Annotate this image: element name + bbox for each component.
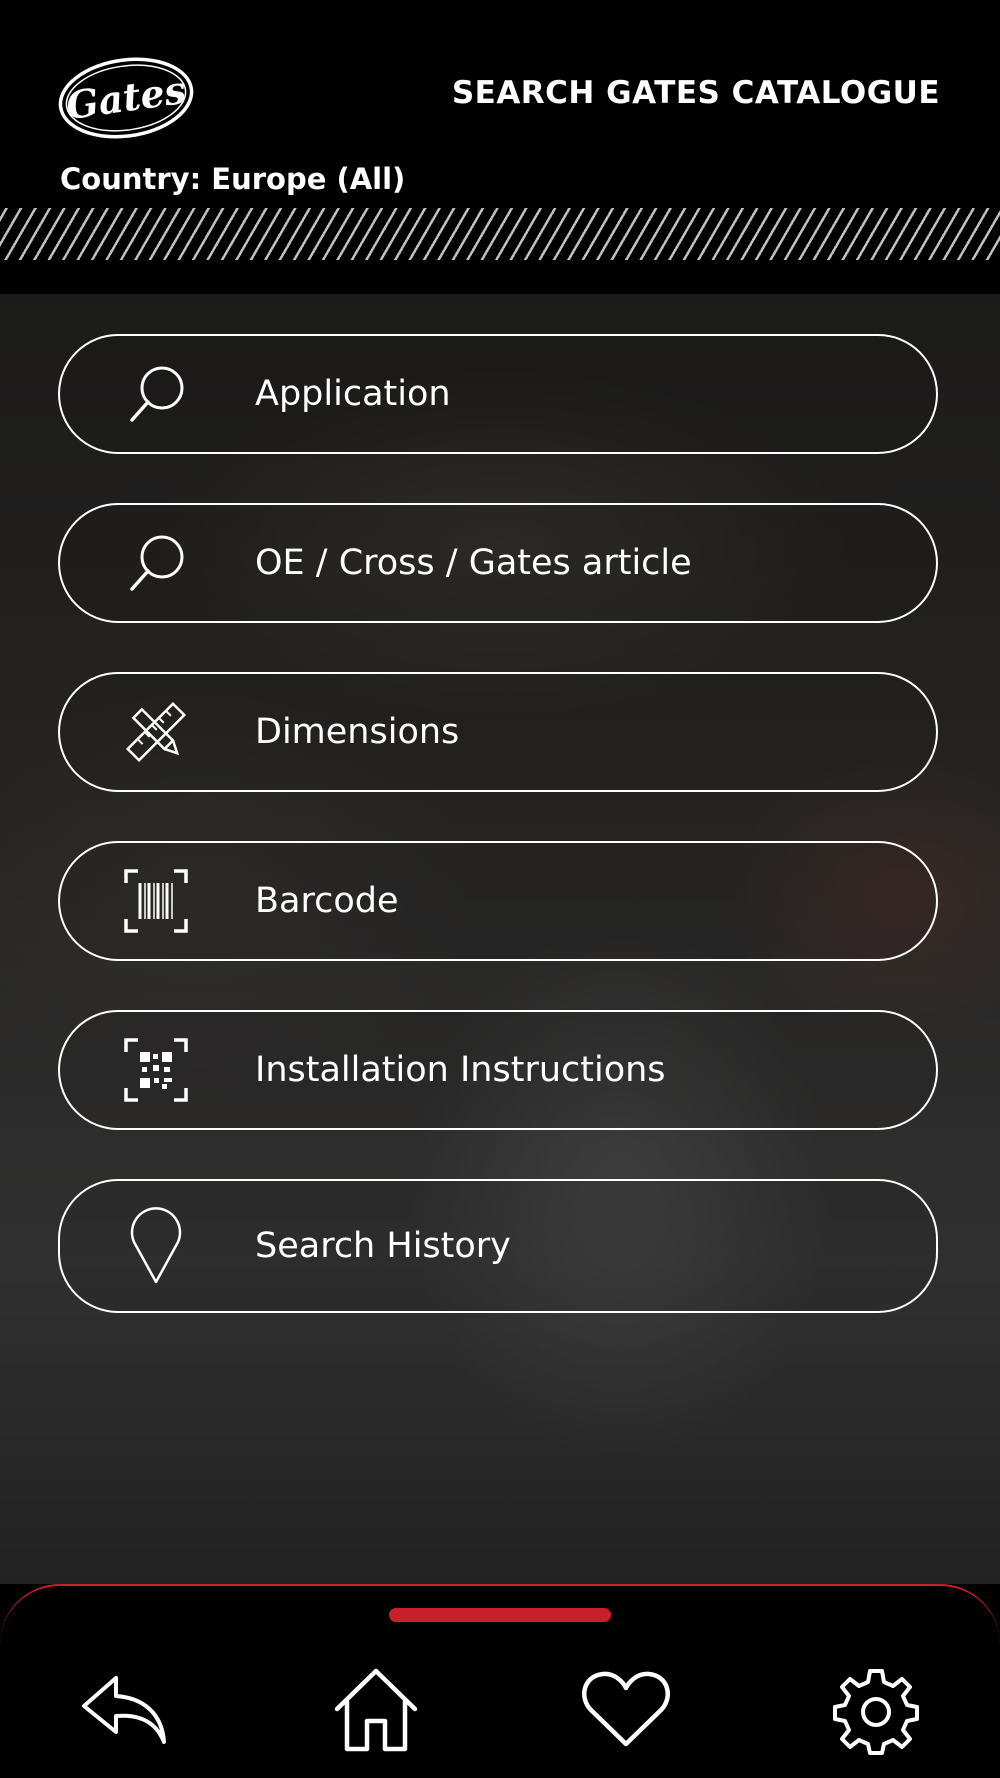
search-history-button[interactable]: Search History: [58, 1179, 938, 1313]
back-arrow-icon: [78, 1670, 174, 1754]
page-title: SEARCH GATES CATALOGUE: [451, 75, 940, 111]
menu-item-label: Dimensions: [255, 712, 460, 752]
country-selector[interactable]: Country: Europe (All): [60, 162, 405, 196]
qr-code-scan-icon: [124, 1038, 188, 1102]
favorites-button[interactable]: [578, 1664, 674, 1760]
home-button[interactable]: [328, 1664, 424, 1760]
gates-logo[interactable]: Gates: [56, 56, 196, 140]
installation-instructions-button[interactable]: Installation Instructions: [58, 1010, 938, 1130]
search-menu: Application OE / Cross / Gates article D…: [0, 294, 1000, 1584]
home-icon: [331, 1665, 421, 1759]
back-button[interactable]: [78, 1664, 174, 1760]
dimensions-button[interactable]: Dimensions: [58, 672, 938, 792]
bottom-nav-bar: [0, 1584, 1000, 1778]
ruler-pencil-icon: [124, 700, 188, 764]
gear-icon: [831, 1665, 921, 1759]
stripe-divider: [0, 208, 1000, 260]
drawer-handle[interactable]: [389, 1608, 611, 1622]
barcode-button[interactable]: Barcode: [58, 841, 938, 961]
menu-item-label: Installation Instructions: [255, 1050, 666, 1090]
oe-cross-gates-article-button[interactable]: OE / Cross / Gates article: [58, 503, 938, 623]
settings-button[interactable]: [828, 1664, 924, 1760]
search-icon: [124, 531, 188, 595]
background-photo: Application OE / Cross / Gates article D…: [0, 294, 1000, 1584]
menu-item-label: Search History: [255, 1226, 511, 1266]
menu-item-label: OE / Cross / Gates article: [255, 543, 692, 583]
app-header: Gates SEARCH GATES CATALOGUE Country: Eu…: [0, 0, 1000, 294]
menu-item-label: Application: [255, 374, 451, 414]
svg-text:Gates: Gates: [63, 67, 188, 128]
menu-item-label: Barcode: [255, 881, 399, 921]
search-icon: [124, 362, 188, 426]
location-pin-icon: [124, 1206, 188, 1286]
application-button[interactable]: Application: [58, 334, 938, 454]
barcode-scan-icon: [124, 869, 188, 933]
heart-icon: [581, 1670, 671, 1754]
